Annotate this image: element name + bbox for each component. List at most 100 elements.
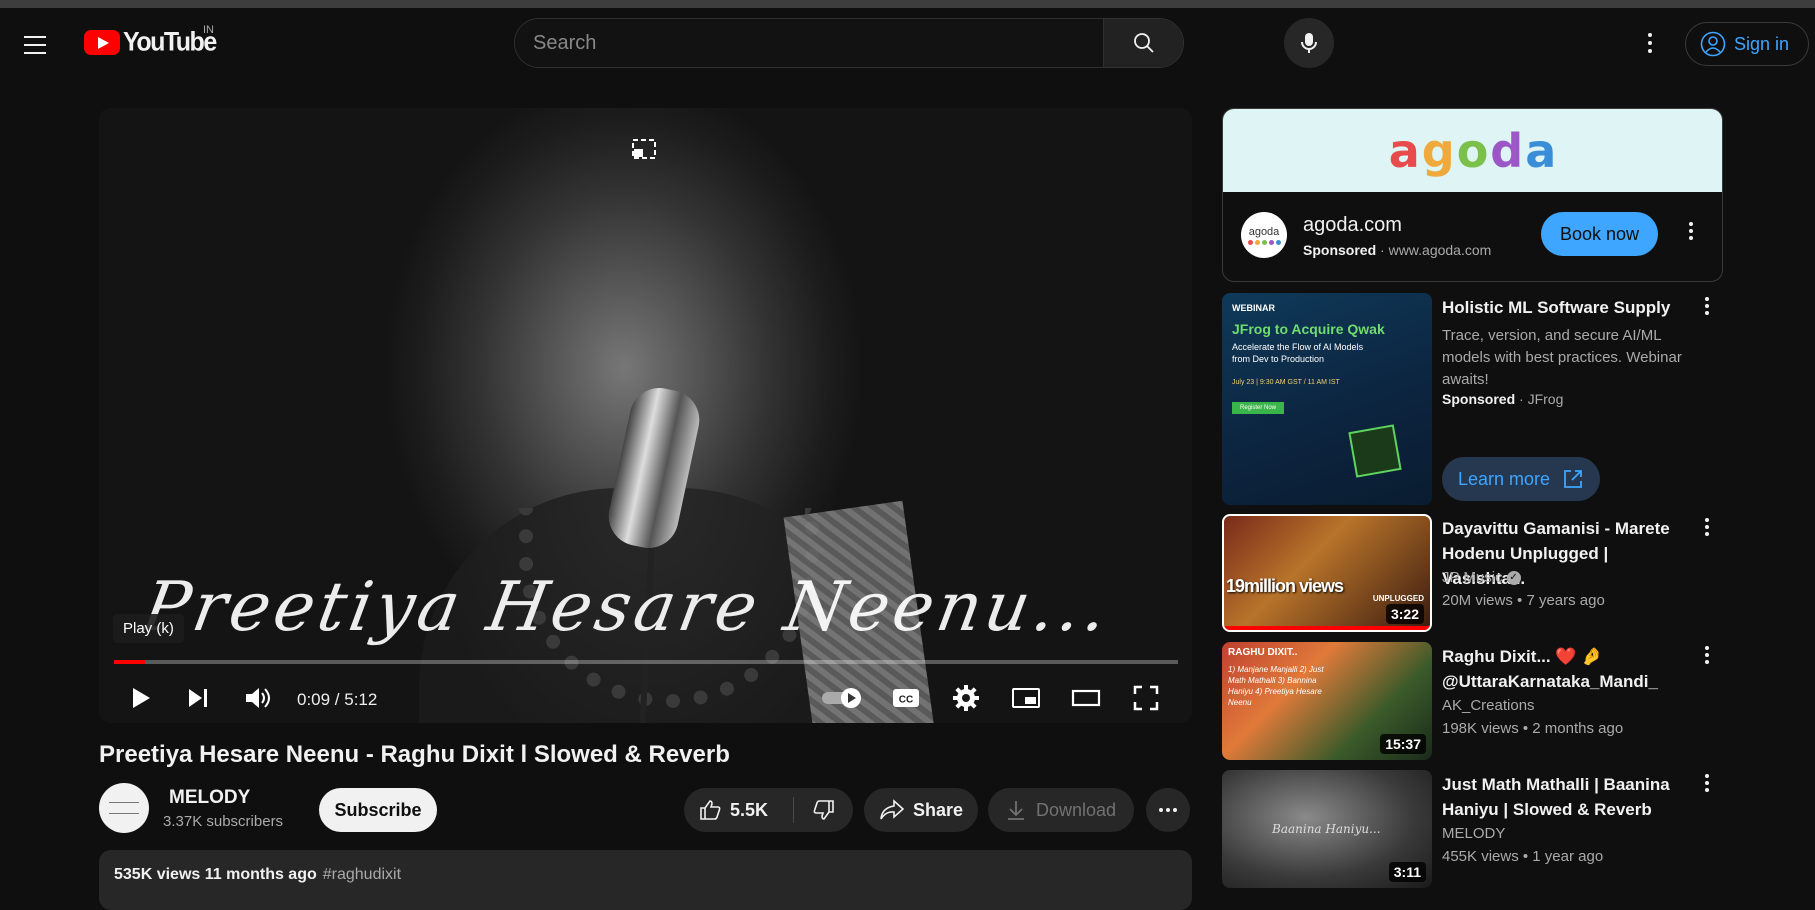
subtitles-button[interactable]: CC <box>889 681 923 715</box>
sponsored-line: Sponsored · JFrog <box>1442 391 1564 407</box>
fullscreen-button[interactable] <box>1129 681 1163 715</box>
item-more-icon[interactable] <box>1705 646 1709 664</box>
miniplayer-icon <box>1012 688 1040 708</box>
play-tooltip: Play (k) <box>113 614 184 643</box>
item-more-icon[interactable] <box>1705 518 1709 536</box>
browser-top-strip <box>0 0 1815 8</box>
ad-url: www.agoda.com <box>1388 242 1492 258</box>
sign-in-button[interactable]: Sign in <box>1685 22 1809 66</box>
sponsored-label: Sponsored <box>1442 391 1516 407</box>
subscriber-count: 3.37K subscribers <box>163 813 284 830</box>
advertiser-logo-text: agoda <box>1248 225 1280 238</box>
voice-search-button[interactable] <box>1284 18 1334 68</box>
progress-bar[interactable] <box>114 660 1178 664</box>
more-actions-button[interactable] <box>1146 788 1190 832</box>
exit-miniplayer-icon[interactable] <box>631 138 657 160</box>
recommendation-meta: 455K views • 1 year ago <box>1442 848 1604 865</box>
like-count: 5.5K <box>730 799 769 820</box>
download-button[interactable]: Download <box>988 788 1134 832</box>
country-code: IN <box>203 24 214 36</box>
share-label: Share <box>912 799 964 820</box>
player-controls: 0:09 / 5:12 CC <box>99 673 1192 723</box>
youtube-logo[interactable]: YouTube <box>84 27 217 57</box>
thumb-subtext: UNPLUGGED <box>1372 594 1424 603</box>
video-duration: 3:11 <box>1388 862 1426 882</box>
search-button[interactable] <box>1103 19 1183 67</box>
download-label: Download <box>1035 799 1117 820</box>
learn-more-label: Learn more <box>1457 468 1551 489</box>
description-hashtag[interactable]: #raghudixit <box>323 866 401 883</box>
recommendation-thumbnail[interactable]: RAGHU DIXIT.. 1) Manjane Manjalli 2) Jus… <box>1222 642 1432 760</box>
recommendation-thumbnail[interactable]: 19million views UNPLUGGED 3:22 <box>1222 514 1432 632</box>
sponsored-video-item[interactable]: WEBINAR JFrog to Acquire Qwak Accelerate… <box>1222 293 1723 505</box>
recommendation-item[interactable]: 19million views UNPLUGGED 3:22 Dayavittu… <box>1222 514 1723 634</box>
menu-icon[interactable] <box>24 30 54 60</box>
fullscreen-icon <box>1133 685 1159 711</box>
recommendation-item[interactable]: Baanina Haniyu... 3:11 Just Math Mathall… <box>1222 770 1723 890</box>
channel-avatar[interactable] <box>99 783 149 833</box>
search-input[interactable] <box>515 19 1103 67</box>
verified-icon: ✓ <box>1506 571 1521 586</box>
advertiser-logo[interactable]: agoda <box>1241 212 1287 258</box>
video-title: Preetiya Hesare Neenu - Raghu Dixit l Sl… <box>99 741 730 768</box>
thumb-overlay-text: Baanina Haniyu... <box>1272 822 1381 836</box>
theater-mode-button[interactable] <box>1069 681 1103 715</box>
external-link-icon <box>1564 470 1582 488</box>
share-button[interactable]: Share <box>864 788 978 832</box>
ad-banner[interactable]: a g o d a <box>1223 109 1722 192</box>
recommendation-item[interactable]: RAGHU DIXIT.. 1) Manjane Manjalli 2) Jus… <box>1222 642 1723 762</box>
dislike-button[interactable] <box>794 798 853 822</box>
thumb-subheadline: Accelerate the Flow of AI Models from De… <box>1232 342 1364 364</box>
sponsored-title[interactable]: Holistic ML Software Supply <box>1442 295 1687 320</box>
ad-card[interactable]: a g o d a agoda agoda.com Sponsored · ww… <box>1222 108 1723 282</box>
download-icon <box>1007 801 1024 820</box>
sponsored-description: Trace, version, and secure AI/ML models … <box>1442 327 1682 388</box>
account-icon <box>1700 31 1726 57</box>
next-button[interactable] <box>181 681 215 715</box>
description-box[interactable]: 535K views 11 months ago #raghudixit <box>99 850 1192 910</box>
recommendation-channel[interactable]: MELODY <box>1442 825 1505 842</box>
channel-avatar-logo <box>109 802 139 814</box>
mute-button[interactable] <box>241 681 275 715</box>
recommendation-thumbnail[interactable]: Baanina Haniyu... 3:11 <box>1222 770 1432 888</box>
recommendation-channel[interactable]: AK_Creations <box>1442 697 1535 714</box>
video-duration: 15:37 <box>1380 734 1426 754</box>
watched-progress <box>1224 626 1430 630</box>
recommendation-meta: 198K views • 2 months ago <box>1442 720 1624 737</box>
settings-more-icon[interactable] <box>1635 28 1665 58</box>
thumb-headline: JFrog to Acquire Qwak <box>1232 321 1385 337</box>
skip-next-icon <box>189 689 207 707</box>
like-button[interactable]: 5.5K <box>684 797 794 823</box>
subscribe-button[interactable]: Subscribe <box>319 788 437 832</box>
book-now-button[interactable]: Book now <box>1541 212 1658 256</box>
masthead: YouTube IN Sign in <box>0 8 1815 78</box>
thumb-date: July 23 | 9:30 AM GST / 11 AM IST <box>1232 379 1340 386</box>
item-more-icon[interactable] <box>1705 297 1709 315</box>
sponsored-thumbnail[interactable]: WEBINAR JFrog to Acquire Qwak Accelerate… <box>1222 293 1432 505</box>
search-box <box>514 18 1184 68</box>
play-button[interactable] <box>124 681 158 715</box>
thumbs-up-icon <box>700 800 721 820</box>
microphone-icon <box>1301 33 1317 53</box>
recommendation-title[interactable]: Just Math Mathalli | Baanina Haniyu | Sl… <box>1442 772 1687 822</box>
thumb-overlay-text: 19million views <box>1226 576 1344 596</box>
learn-more-button[interactable]: Learn more <box>1442 457 1600 501</box>
ad-domain[interactable]: agoda.com <box>1303 214 1402 237</box>
recommendation-channel[interactable]: JP Music ✓ <box>1442 569 1521 586</box>
item-more-icon[interactable] <box>1705 774 1709 792</box>
banner-letter: a <box>1388 123 1420 178</box>
autoplay-toggle[interactable] <box>821 687 863 709</box>
miniplayer-button[interactable] <box>1009 681 1043 715</box>
svg-text:CC: CC <box>899 695 913 706</box>
play-icon <box>133 688 150 708</box>
recommendation-title[interactable]: Raghu Dixit... ❤️ 🤌 @UttaraKarnataka_Man… <box>1442 644 1687 694</box>
settings-button[interactable] <box>949 681 983 715</box>
channel-name[interactable]: MELODY <box>169 787 250 809</box>
ad-more-icon[interactable] <box>1689 222 1693 240</box>
time-display: 0:09 / 5:12 <box>297 690 378 709</box>
thumb-register-button: Register Now <box>1232 402 1285 414</box>
banner-letter: d <box>1490 123 1524 178</box>
video-player[interactable]: Preetiya Hesare Neenu... Play (k) 0:09 /… <box>99 108 1192 723</box>
sign-in-label: Sign in <box>1734 33 1790 54</box>
volume-icon <box>246 688 270 708</box>
